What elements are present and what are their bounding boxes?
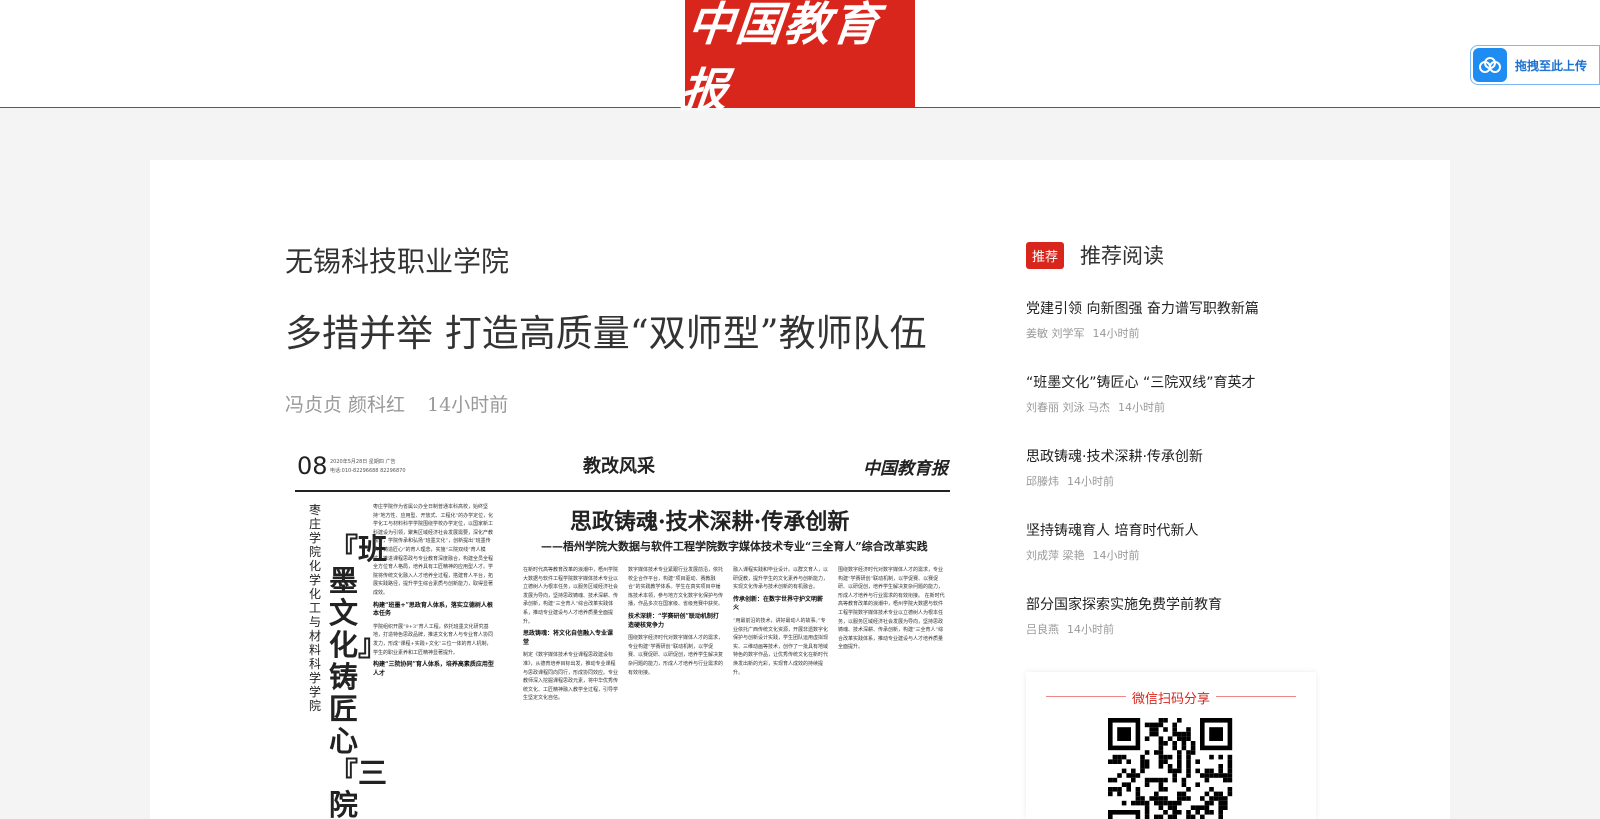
recommend-item-time: 14小时前 <box>1092 549 1140 562</box>
recommend-item-time: 14小时前 <box>1118 401 1165 414</box>
top-header: 中国教育报 拖拽至此上传 <box>0 0 1600 117</box>
article-byline: 冯贞贞 颜科红 14小时前 <box>285 390 508 417</box>
article-headline: 多措并举 打造高质量“双师型”教师队伍 <box>285 312 927 355</box>
paper-col2-subhead: 思政铸魂：将文化自信融入专业课堂 <box>523 630 614 646</box>
share-divider-right <box>1216 696 1296 697</box>
recommend-item-title[interactable]: 坚持铸魂育人 培育时代新人 <box>1026 520 1198 540</box>
recommend-item-authors: 刘成萍 梁艳 <box>1026 549 1085 562</box>
paper-col1-subhead2: 构建“三院协同”育人体系，培养高素质应用型人才 <box>373 661 494 677</box>
paper-meta-date: 2020年5月28日 星期四 广告 <box>330 459 396 465</box>
paper-column-4: 融入课程实践和毕业设计。以群文育人，以研促教，提升学生的文化素养与创新能力，实现… <box>733 566 828 819</box>
paper-page-number: 08 <box>297 452 328 480</box>
paper-col4-text2: “用最前沿的技术，讲好最动人的故事。”专业依托广西传统文化资源，开展非遗数字化保… <box>733 617 828 676</box>
logo-text: 中国教育报 <box>678 0 883 117</box>
recommend-item-title[interactable]: 党建引领 向新图强 奋力谱写职教新篇 <box>1026 298 1259 318</box>
paper-meta-phone: 电话:010-82296688 82296870 <box>330 468 406 474</box>
recommend-item[interactable]: 部分国家探索实施免费学前教育 吕良燕 14小时前 <box>1026 594 1222 637</box>
recommend-item[interactable]: 党建引领 向新图强 奋力谱写职教新篇 姜敏 刘学军 14小时前 <box>1026 298 1259 341</box>
recommend-item-meta: 邱滕炜 14小时前 <box>1026 473 1203 489</box>
site-logo[interactable]: 中国教育报 <box>678 0 915 117</box>
recommend-item-meta: 刘成萍 梁艳 14小时前 <box>1026 547 1198 563</box>
paper-article-subtitle: ——梧州学院大数据与软件工程学院数字媒体技术专业“三全育人”综合改革实践 <box>541 540 928 553</box>
recommend-item-meta: 刘春丽 刘泳 马杰 14小时前 <box>1026 399 1255 415</box>
paper-col1-text: 枣庄学院作为省属公办全日制普通本科高校，始终坚持“地方性、应用型、开放式、工程化… <box>373 504 494 596</box>
recommend-item-authors: 姜敏 刘学军 <box>1026 327 1085 340</box>
paper-col1-text2: 学院组织开展“9+3”育人工程，依托班墨文化研究基地，打造特色思政品牌，推进文化… <box>373 623 494 656</box>
paper-column-2: 在新时代高等教育改革的浪潮中，梧州学院大数据与软件工程学院数字媒体技术专业以立德… <box>523 566 618 819</box>
article-time: 14小时前 <box>427 394 509 416</box>
paper-col3-subhead: 技术深耕：“学赛研创”联动机制打造硬核竞争力 <box>628 612 719 629</box>
paper-article-title: 思政铸魂·技术深耕·传承创新 <box>570 509 850 535</box>
paper-col2-text2: 制定《数字媒体技术专业课程思政建设标准》，从德育培养目标出发，推动专业课程与思政… <box>523 652 618 702</box>
cloud-upload-icon <box>1473 48 1507 82</box>
paper-col4-text: 融入课程实践和毕业设计。以群文育人，以研促教，提升学生的文化素养与创新能力，实现… <box>733 567 828 591</box>
recommend-item[interactable]: 坚持铸魂育人 培育时代新人 刘成萍 梁艳 14小时前 <box>1026 520 1198 563</box>
recommend-item-meta: 吕良燕 14小时前 <box>1026 621 1222 637</box>
drag-upload-button[interactable]: 拖拽至此上传 <box>1470 45 1600 85</box>
paper-brand: 中国教育报 <box>863 459 948 479</box>
recommend-badge: 推荐 <box>1026 241 1065 269</box>
recommend-header: 推荐 推荐阅读 <box>1026 240 1164 270</box>
recommend-item-time: 14小时前 <box>1067 475 1114 488</box>
recommend-item-meta: 姜敏 刘学军 14小时前 <box>1026 325 1259 341</box>
paper-column-1: 枣庄学院作为省属公办全日制普通本科高校，始终坚持“地方性、应用型、开放式、工程化… <box>373 503 495 819</box>
paper-side-headline: 『班墨文化』铸匠心『三院 <box>329 532 388 819</box>
paper-section-title: 教改风采 <box>583 456 655 477</box>
recommend-item-time: 14小时前 <box>1067 623 1114 636</box>
recommend-item-authors: 邱滕炜 <box>1026 475 1059 488</box>
paper-col3-text: 数字媒体技术专业紧跟行业发展前沿，依托校企合作平台，构建“项目驱动、赛教融合”的… <box>628 567 723 608</box>
recommend-item-authors: 吕良燕 <box>1026 623 1059 636</box>
share-label: 微信扫码分享 <box>1131 692 1210 707</box>
paper-col1-subhead: 构建“班墨+”思政育人体系，落实立德树人根本任务 <box>373 601 493 618</box>
recommend-item-authors: 刘春丽 刘泳 马杰 <box>1026 401 1110 414</box>
paper-column-3: 数字媒体技术专业紧跟行业发展前沿，依托校企合作平台，构建“项目驱动、赛教融合”的… <box>628 566 723 819</box>
article-authors: 冯贞贞 颜科红 <box>285 394 406 416</box>
recommend-item-title[interactable]: “班墨文化”铸匠心 “三院双线”育英才 <box>1026 372 1255 392</box>
paper-header: 08 2020年5月28日 星期四 广告 电话:010-82296688 822… <box>295 448 950 492</box>
paper-column-5: 围绕数字经济时代对数字媒体人才的需求，专业构建“学赛研创”联动机制，以学促赛、以… <box>838 566 946 819</box>
recommend-item[interactable]: 思政铸魂·技术深耕·传承创新 邱滕炜 14小时前 <box>1026 446 1203 489</box>
recommend-item-time: 14小时前 <box>1092 327 1140 340</box>
wechat-share-box: 微信扫码分享 <box>1026 672 1316 819</box>
paper-col2-text: 在新时代高等教育改革的浪潮中，梧州学院大数据与软件工程学院数字媒体技术专业以立德… <box>523 567 618 625</box>
recommend-item[interactable]: “班墨文化”铸匠心 “三院双线”育英才 刘春丽 刘泳 马杰 14小时前 <box>1026 372 1255 415</box>
paper-col3-text2: 围绕数字经济时代对数字媒体人才的需求，专业构建“学赛研创”联动机制，以学促赛、以… <box>628 635 723 676</box>
paper-col5-text2: 在新时代高等教育改革的浪潮中，梧州学院大数据与软件工程学院数字媒体技术专业以立德… <box>838 592 945 651</box>
recommend-item-title[interactable]: 部分国家探索实施免费学前教育 <box>1026 594 1222 614</box>
recommend-item-title[interactable]: 思政铸魂·技术深耕·传承创新 <box>1026 446 1203 466</box>
paper-col4-subhead: 传承创新：在数字世界守护文明薪火 <box>733 595 824 612</box>
upload-label: 拖拽至此上传 <box>1515 58 1588 73</box>
wechat-qr-code-icon[interactable] <box>1108 718 1233 819</box>
article-school: 无锡科技职业学院 <box>285 245 510 278</box>
newspaper-page-image[interactable]: 08 2020年5月28日 星期四 广告 电话:010-82296688 822… <box>295 448 950 819</box>
paper-side-school: 枣庄学院化学化工与材料科学学院 <box>309 503 322 713</box>
recommend-title: 推荐阅读 <box>1080 244 1165 268</box>
